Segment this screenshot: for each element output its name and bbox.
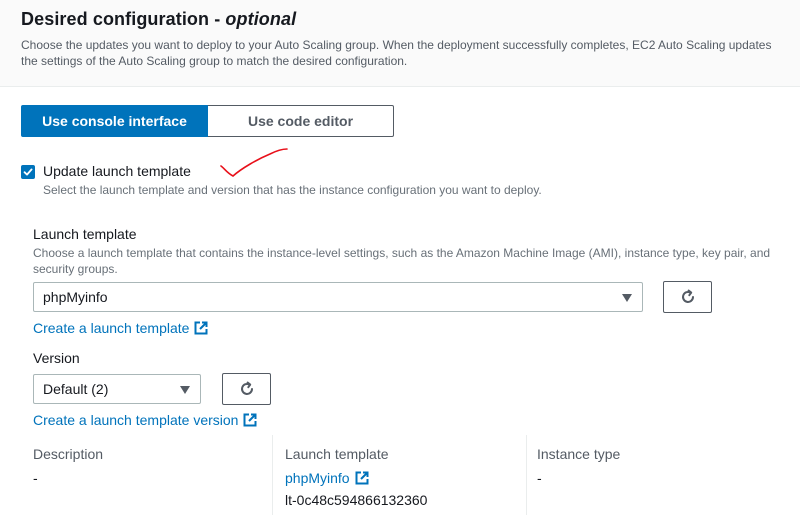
check-icon [23, 168, 33, 176]
launch-template-label: Launch template [33, 226, 137, 242]
external-link-icon [243, 413, 257, 427]
instance-type-label: Instance type [537, 446, 621, 462]
external-link-icon [194, 321, 208, 335]
create-launch-template-link-text: Create a launch template [33, 320, 190, 336]
external-link-icon [355, 471, 369, 485]
launch-template-description: Choose a launch template that contains t… [33, 246, 771, 276]
caret-down-icon [622, 294, 632, 302]
section-title: Desired configuration - optional [21, 9, 296, 30]
use-console-interface-button[interactable]: Use console interface [21, 105, 208, 137]
version-select[interactable]: Default (2) [33, 374, 201, 404]
create-launch-template-version-link-text: Create a launch template version [33, 412, 239, 428]
description-value: - [33, 470, 38, 486]
column-divider [272, 435, 273, 515]
version-selected-value: Default (2) [43, 381, 109, 397]
refresh-versions-button[interactable] [222, 373, 271, 405]
caret-down-icon [180, 386, 190, 394]
launch-template-id: lt-0c48c594866132360 [285, 492, 428, 508]
use-code-editor-button[interactable]: Use code editor [208, 105, 394, 137]
launch-template-detail-link[interactable]: phpMyinfo [285, 470, 369, 486]
column-divider [526, 435, 527, 515]
details-launch-template-label: Launch template [285, 446, 389, 462]
launch-template-select[interactable]: phpMyinfo [33, 282, 643, 312]
mode-toggle: Use console interface Use code editor [21, 105, 394, 137]
update-launch-template-checkbox[interactable] [21, 165, 35, 179]
refresh-icon [240, 381, 253, 395]
instance-type-value: - [537, 470, 542, 486]
section-header: Desired configuration - optional Choose … [0, 0, 800, 87]
refresh-launch-templates-button[interactable] [663, 281, 712, 313]
create-launch-template-version-link[interactable]: Create a launch template version [33, 412, 257, 428]
section-description: Choose the updates you want to deploy to… [21, 38, 772, 68]
section-title-optional: optional [225, 9, 297, 29]
red-checkmark-annotation [220, 148, 288, 177]
description-label: Description [33, 446, 104, 462]
update-launch-template-label[interactable]: Update launch template [43, 163, 191, 179]
section-title-text: Desired configuration - [21, 9, 226, 29]
launch-template-selected-value: phpMyinfo [43, 289, 108, 305]
refresh-icon [681, 289, 694, 303]
update-launch-template-description: Select the launch template and version t… [43, 183, 542, 197]
version-label: Version [33, 350, 80, 366]
create-launch-template-link[interactable]: Create a launch template [33, 320, 208, 336]
launch-template-detail-link-text: phpMyinfo [285, 470, 350, 486]
